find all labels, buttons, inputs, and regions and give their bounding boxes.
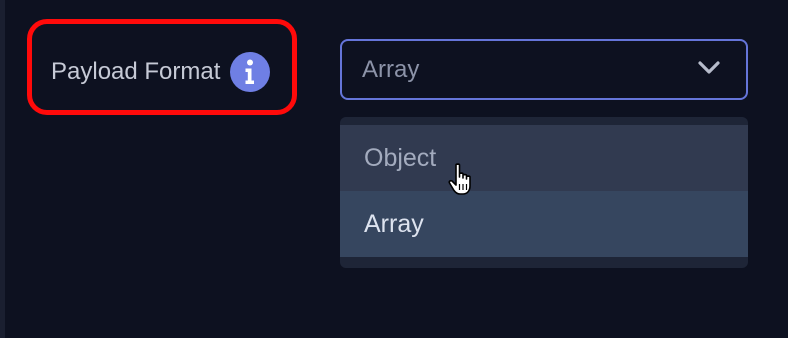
option-array[interactable]: Array [340, 191, 748, 257]
panel-divider [0, 0, 5, 338]
select-current-value: Array [362, 55, 420, 83]
dropdown-menu: Object Array [340, 117, 748, 268]
payload-format-select[interactable]: Array [340, 39, 748, 100]
info-glyph [245, 59, 255, 84]
option-object[interactable]: Object [340, 125, 748, 191]
payload-format-label-text: Payload Format [51, 58, 221, 85]
info-icon[interactable] [230, 52, 271, 92]
payload-format-label: Payload Format [51, 52, 271, 92]
settings-panel: Payload Format Array Object Array [0, 0, 788, 338]
chevron-down-icon[interactable] [698, 61, 720, 80]
